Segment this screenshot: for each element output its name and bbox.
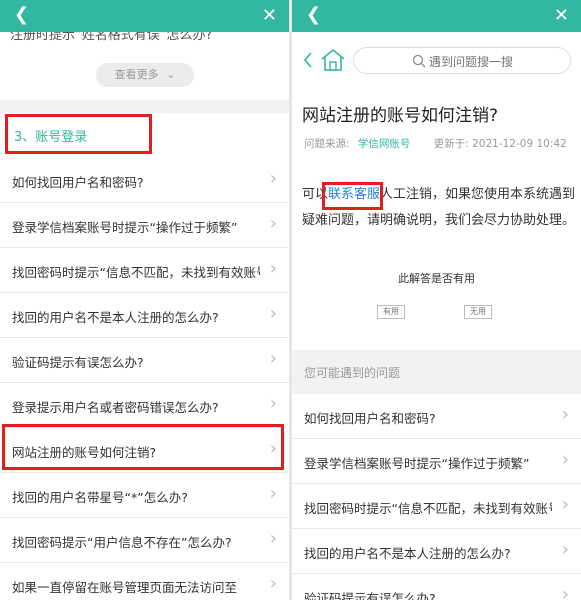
chevron-right-icon: › <box>269 573 277 594</box>
question-text: 找回的用户名不是本人注册的怎么办? <box>12 310 219 325</box>
chevron-right-icon: › <box>269 213 277 234</box>
source-link[interactable]: 学信网账号 <box>358 138 411 150</box>
question-row[interactable]: 如果一直停留在账号管理页面无法访问至 › <box>0 563 289 600</box>
chevron-right-icon: › <box>561 494 569 515</box>
back-chevron-icon[interactable]: ❮ <box>14 4 29 26</box>
related-question-row[interactable]: 验证码提示有误怎么办? › <box>292 574 581 600</box>
chevron-down-icon: ⌄ <box>166 68 176 81</box>
view-more-button[interactable]: 查看更多 ⌄ <box>96 63 194 87</box>
search-input[interactable]: 遇到问题搜一搜 <box>353 47 571 74</box>
search-icon <box>412 54 426 68</box>
question-row[interactable]: 验证码提示有误怎么办? › <box>0 338 289 383</box>
question-text: 登录提示用户名或者密码错误怎么办? <box>12 400 219 415</box>
question-text: 登录学信档案账号时提示“操作过于频繁” <box>12 220 238 235</box>
helpful-no-button[interactable]: 无用 <box>464 305 492 319</box>
chevron-right-icon: › <box>561 539 569 560</box>
back-chevron-icon[interactable]: ❮ <box>306 4 321 26</box>
chevron-right-icon: › <box>561 404 569 425</box>
question-text: 找回的用户名带星号“*”怎么办? <box>12 490 188 505</box>
search-placeholder: 遇到问题搜一搜 <box>429 55 514 69</box>
chevron-right-icon: › <box>269 348 277 369</box>
helpful-yes-button[interactable]: 有用 <box>377 305 405 319</box>
highlight-box-section <box>5 114 152 154</box>
article-title: 网站注册的账号如何注销? <box>302 106 499 126</box>
question-text: 找回密码提示“用户信息不存在”怎么办? <box>12 535 232 550</box>
question-text: 找回密码时提示“信息不匹配，未找到有效账号” <box>12 265 260 280</box>
related-question-text: 登录学信档案账号时提示“操作过于频繁” <box>304 456 530 471</box>
question-row[interactable]: 如何找回用户名和密码? › <box>0 158 289 203</box>
related-header-title: 您可能遇到的问题 <box>304 366 401 380</box>
related-question-row[interactable]: 登录学信档案账号时提示“操作过于频繁” › <box>292 439 581 484</box>
related-question-text: 验证码提示有误怎么办? <box>304 591 436 600</box>
related-question-row[interactable]: 找回的用户名不是本人注册的怎么办? › <box>292 529 581 574</box>
chevron-right-icon: › <box>269 258 277 279</box>
close-icon[interactable]: ✕ <box>554 5 569 27</box>
view-more-label: 查看更多 <box>114 68 159 81</box>
question-text: 验证码提示有误怎么办? <box>12 355 144 370</box>
source-label: 问题来源: <box>304 138 350 150</box>
chevron-right-icon: › <box>269 393 277 414</box>
question-text: 如何找回用户名和密码? <box>12 175 144 190</box>
top-bar: ❮ ✕ <box>0 0 289 32</box>
question-row[interactable]: 登录提示用户名或者密码错误怎么办? › <box>0 383 289 428</box>
updated-label: 更新于: <box>433 138 469 150</box>
search-row: 遇到问题搜一搜 <box>292 32 581 86</box>
helpful-question: 此解答是否有用 <box>398 272 475 285</box>
close-icon[interactable]: ✕ <box>262 5 277 27</box>
related-question-text: 找回的用户名不是本人注册的怎么办? <box>304 546 511 561</box>
top-bar: ❮ ✕ <box>292 0 581 32</box>
left-screen: 注册时提示“姓名格式有误”怎么办? ❮ ✕ 查看更多 ⌄ 3、账号登录 如何找回… <box>0 0 289 600</box>
right-screen: ❮ ✕ 遇到问题搜一搜 网站注册的账号如何注销? 问题来源: 学信网账号 更新于… <box>292 0 581 600</box>
chevron-right-icon: › <box>269 528 277 549</box>
related-question-text: 如何找回用户名和密码? <box>304 411 436 426</box>
chevron-right-icon: › <box>269 303 277 324</box>
chevron-right-icon: › <box>269 168 277 189</box>
related-question-row[interactable]: 找回密码时提示“信息不匹配，未找到有效账号” › <box>292 484 581 529</box>
question-row[interactable]: 找回的用户名带星号“*”怎么办? › <box>0 473 289 518</box>
section-separator <box>0 100 289 113</box>
article-meta: 问题来源: 学信网账号 更新于: 2021-12-09 10:42 <box>304 136 567 151</box>
question-row[interactable]: 找回密码时提示“信息不匹配，未找到有效账号” › <box>0 248 289 293</box>
updated-value: 2021-12-09 10:42 <box>472 138 567 150</box>
highlight-box-question <box>2 424 284 470</box>
chevron-right-icon: › <box>561 584 569 600</box>
question-row[interactable]: 找回的用户名不是本人注册的怎么办? › <box>0 293 289 338</box>
chevron-right-icon: › <box>269 483 277 504</box>
question-row[interactable]: 找回密码提示“用户信息不存在”怎么办? › <box>0 518 289 563</box>
related-question-row[interactable]: 如何找回用户名和密码? › <box>292 394 581 439</box>
chevron-right-icon: › <box>561 449 569 470</box>
related-header: 您可能遇到的问题 <box>292 350 581 394</box>
highlight-box-link <box>322 182 383 210</box>
home-icon[interactable] <box>304 48 348 72</box>
related-question-text: 找回密码时提示“信息不匹配，未找到有效账号” <box>304 501 552 516</box>
question-text: 如果一直停留在账号管理页面无法访问至 <box>12 580 238 595</box>
question-row[interactable]: 登录学信档案账号时提示“操作过于频繁” › <box>0 203 289 248</box>
